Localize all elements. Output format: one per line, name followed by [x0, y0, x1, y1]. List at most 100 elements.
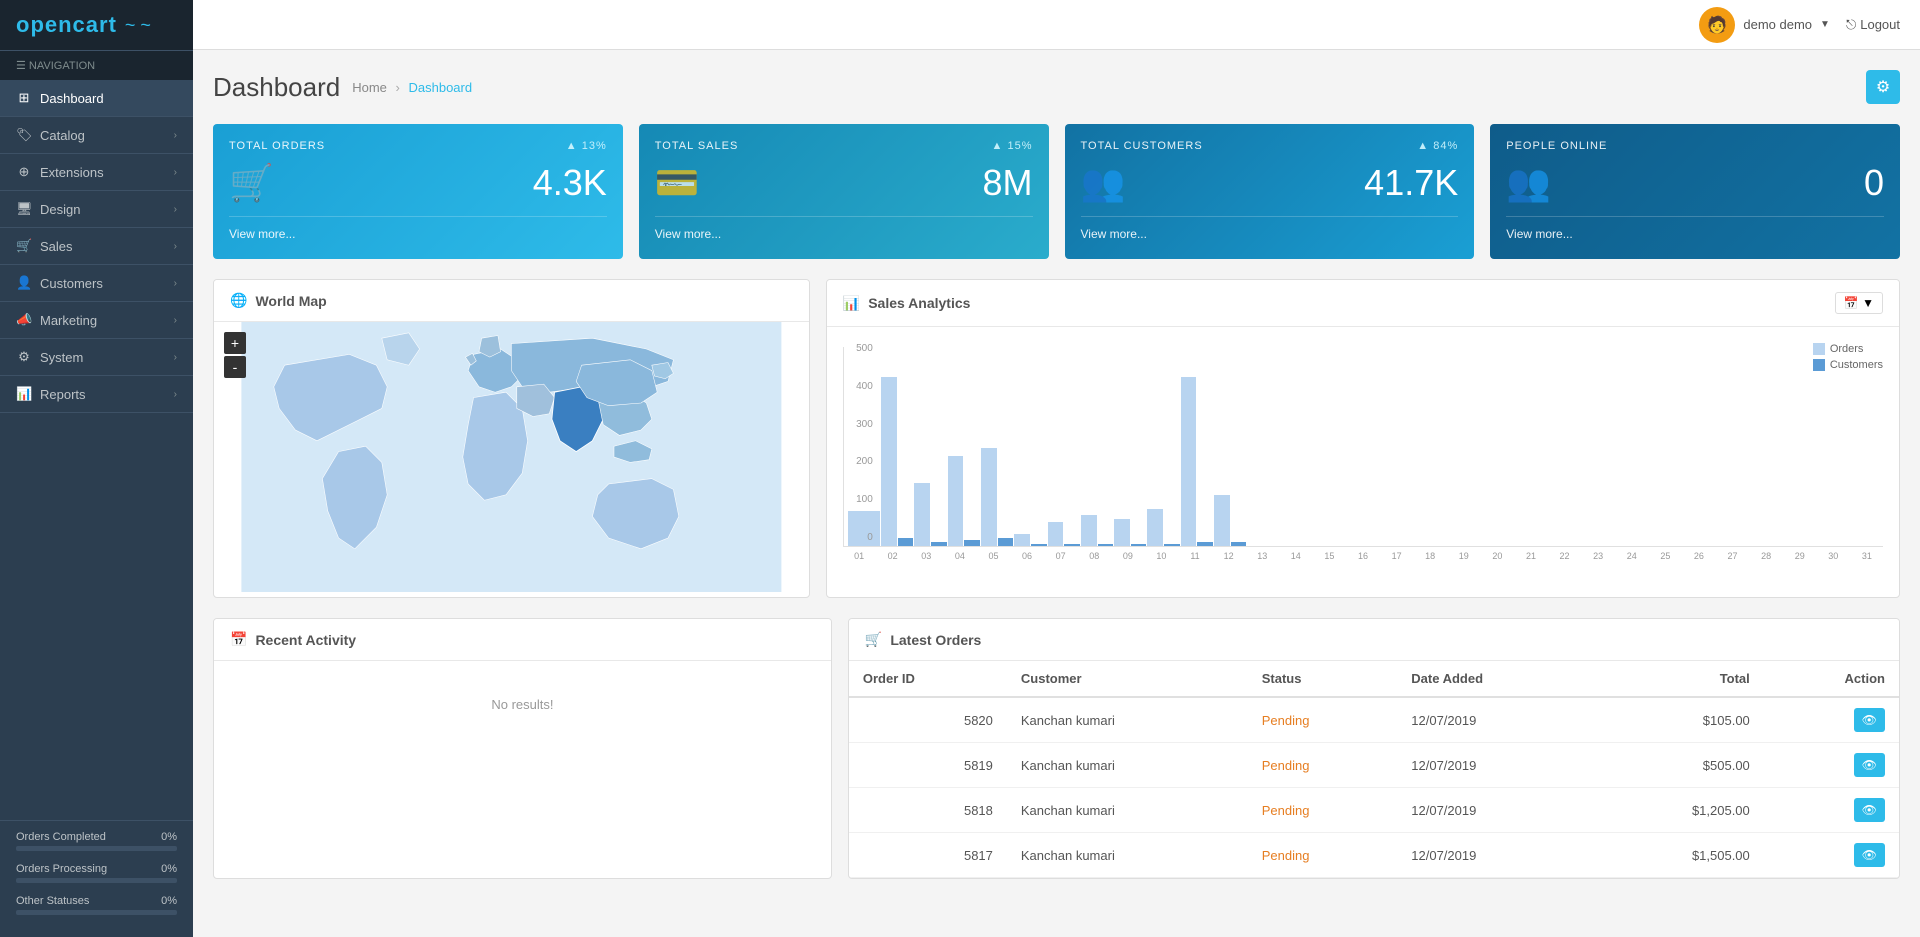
- nav-label: Catalog: [40, 128, 85, 143]
- x-axis-label: 11: [1179, 551, 1212, 561]
- table-row: 5819 Kanchan kumari Pending 12/07/2019 $…: [849, 743, 1899, 788]
- page-title: Dashboard: [213, 72, 340, 103]
- logo-symbol: ~ ~: [125, 15, 151, 36]
- sidebar-item-catalog[interactable]: 🏷 Catalog ›: [0, 117, 193, 154]
- x-axis-label: 01: [843, 551, 876, 561]
- progress-label-text: Orders Completed: [16, 831, 106, 843]
- stat-label: TOTAL CUSTOMERS: [1081, 140, 1203, 152]
- date-added: 12/07/2019: [1397, 833, 1594, 878]
- x-axis-label: 28: [1750, 551, 1783, 561]
- x-axis-label: 21: [1515, 551, 1548, 561]
- logout-button[interactable]: ⎋ Logout: [1846, 17, 1900, 33]
- zoom-in-button[interactable]: +: [224, 332, 246, 354]
- nav-icon: ⊕: [16, 164, 32, 180]
- chevron-right-icon: ›: [174, 167, 177, 178]
- sales-analytics-header: 📊 Sales Analytics 📅 ▼: [827, 280, 1899, 327]
- x-axis-label: 14: [1280, 551, 1313, 561]
- breadcrumb-home[interactable]: Home: [352, 80, 387, 95]
- progress-label-text: Orders Processing: [16, 863, 107, 875]
- chart-bar-group: [914, 483, 946, 546]
- progress-value: 0%: [161, 863, 177, 875]
- date-added: 12/07/2019: [1397, 743, 1594, 788]
- legend-item: Orders: [1813, 343, 1883, 355]
- progress-item: Other Statuses 0%: [16, 895, 177, 915]
- x-axis-label: 10: [1145, 551, 1178, 561]
- view-order-button[interactable]: 👁: [1854, 753, 1885, 777]
- date-filter-button[interactable]: 📅 ▼: [1835, 292, 1883, 314]
- action-cell: 👁: [1764, 697, 1899, 743]
- mid-row: 🌐 World Map + -: [213, 279, 1900, 598]
- table-header: Order ID: [849, 661, 1007, 697]
- bar-customers: [1164, 544, 1180, 546]
- view-order-button[interactable]: 👁: [1854, 798, 1885, 822]
- view-order-button[interactable]: 👁: [1854, 843, 1885, 867]
- x-axis-label: 26: [1683, 551, 1716, 561]
- table-header: Status: [1248, 661, 1398, 697]
- bar-customers: [1231, 542, 1247, 546]
- bar-orders: [881, 377, 897, 546]
- recent-activity-header: 📅 Recent Activity: [214, 619, 831, 661]
- bar-orders: [1081, 515, 1097, 546]
- order-total: $105.00: [1594, 697, 1764, 743]
- chart-y-axis: 5004003002001000: [843, 343, 879, 543]
- zoom-out-button[interactable]: -: [224, 356, 246, 378]
- chevron-right-icon: ›: [174, 352, 177, 363]
- progress-bar: [16, 846, 177, 851]
- y-axis-label: 100: [843, 494, 873, 505]
- user-name: demo demo: [1743, 17, 1812, 32]
- sidebar-item-system[interactable]: ⚙ System ›: [0, 339, 193, 376]
- chevron-down-icon: ▼: [1820, 19, 1830, 30]
- avatar: 🧑: [1699, 7, 1735, 43]
- latest-orders-title: Latest Orders: [890, 632, 981, 648]
- cart-icon: 🛒: [865, 631, 882, 648]
- sidebar-item-sales[interactable]: 🛒 Sales ›: [0, 228, 193, 265]
- bar-orders: [1048, 522, 1064, 546]
- x-axis-label: 17: [1380, 551, 1413, 561]
- y-axis-label: 0: [843, 532, 873, 543]
- customer-name: Kanchan kumari: [1007, 697, 1248, 743]
- bar-orders: [1147, 509, 1163, 546]
- sidebar-item-marketing[interactable]: 📣 Marketing ›: [0, 302, 193, 339]
- order-id: 5819: [849, 743, 1007, 788]
- order-status: Pending: [1248, 833, 1398, 878]
- sidebar-item-customers[interactable]: 👤 Customers ›: [0, 265, 193, 302]
- nav-label: System: [40, 350, 83, 365]
- latest-orders-panel: 🛒 Latest Orders Order IDCustomerStatusDa…: [848, 618, 1900, 879]
- stat-link[interactable]: View more...: [655, 227, 721, 241]
- stat-link[interactable]: View more...: [1506, 227, 1572, 241]
- stat-label: TOTAL ORDERS: [229, 140, 325, 152]
- sales-analytics-panel: 📊 Sales Analytics 📅 ▼ OrdersCustomers 50…: [826, 279, 1900, 598]
- y-axis-label: 300: [843, 419, 873, 430]
- sidebar-item-design[interactable]: 🖥 Design ›: [0, 191, 193, 228]
- x-axis-label: 15: [1313, 551, 1346, 561]
- x-axis-label: 12: [1212, 551, 1245, 561]
- chart-bar-group: [1147, 509, 1179, 546]
- sidebar-item-extensions[interactable]: ⊕ Extensions ›: [0, 154, 193, 191]
- sidebar-item-dashboard[interactable]: ⊞ Dashboard: [0, 80, 193, 117]
- chart-bar-group: [981, 448, 1013, 546]
- view-order-button[interactable]: 👁: [1854, 708, 1885, 732]
- chart-bar-group: [1081, 515, 1113, 546]
- topbar-user[interactable]: 🧑 demo demo ▼: [1699, 7, 1830, 43]
- stat-link[interactable]: View more...: [229, 227, 295, 241]
- sidebar-item-reports[interactable]: 📊 Reports ›: [0, 376, 193, 413]
- stat-link[interactable]: View more...: [1081, 227, 1147, 241]
- customer-name: Kanchan kumari: [1007, 788, 1248, 833]
- settings-button[interactable]: ⚙: [1866, 70, 1900, 104]
- chart-bar-group: [1181, 377, 1213, 546]
- stat-card-total-customers: TOTAL CUSTOMERS ▲ 84% 👥 41.7K View more.…: [1065, 124, 1475, 259]
- x-axis-label: 27: [1716, 551, 1749, 561]
- chart-bar-group: [1214, 495, 1246, 546]
- world-map-container: + -: [214, 322, 809, 592]
- bar-orders: [948, 456, 964, 546]
- date-added: 12/07/2019: [1397, 788, 1594, 833]
- map-controls: + -: [224, 332, 246, 378]
- order-id: 5817: [849, 833, 1007, 878]
- nav-label: Design: [40, 202, 80, 217]
- progress-value: 0%: [161, 831, 177, 843]
- progress-label-text: Other Statuses: [16, 895, 89, 907]
- chart-bar-group: [1048, 522, 1080, 546]
- chart-bar-group: [948, 456, 980, 546]
- nav-icon: 👤: [16, 275, 32, 291]
- bottom-row: 📅 Recent Activity No results! 🛒 Latest O…: [213, 618, 1900, 879]
